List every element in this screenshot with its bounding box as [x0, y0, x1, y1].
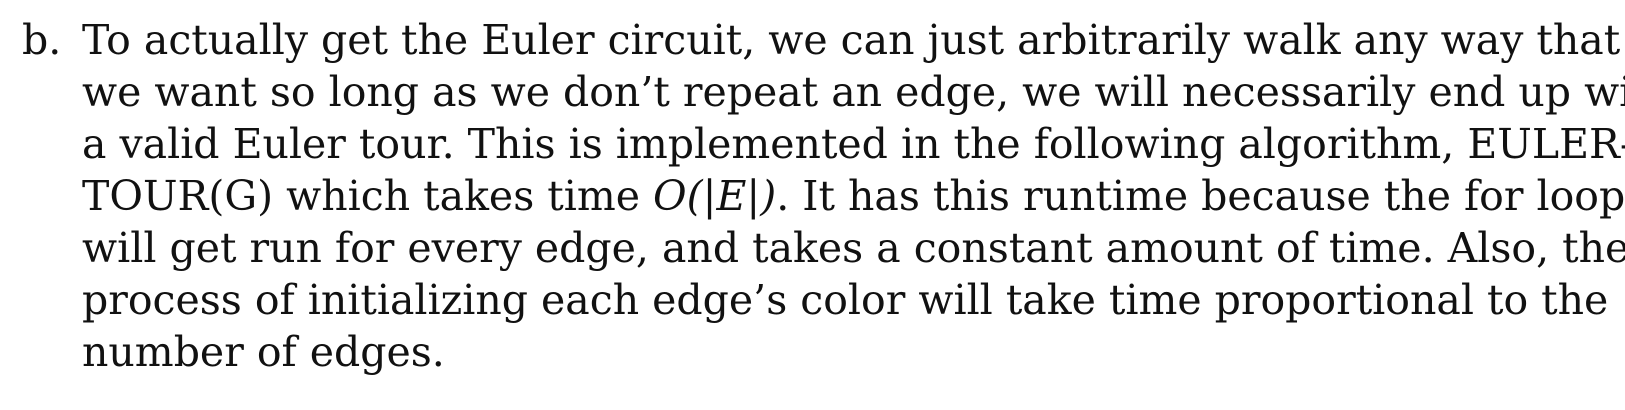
paragraph-line-5: will get run for every edge, and takes a…: [82, 224, 1625, 272]
paragraph-line-4: TOUR(G) which takes time O(|E|). It has …: [82, 170, 1625, 222]
line-4-text-before: TOUR(G) which takes time: [82, 172, 654, 220]
big-o-expression: O(|E|): [653, 172, 777, 220]
paragraph-line-6: process of initializing each edge’s colo…: [82, 276, 1609, 324]
paragraph-line-2: we want so long as we don’t repeat an ed…: [82, 68, 1625, 116]
paragraph-line-1: To actually get the Euler circuit, we ca…: [82, 16, 1621, 64]
line-4-text-after: . It has this runtime because the for lo…: [776, 172, 1625, 220]
item-label: b.: [22, 16, 62, 64]
list-item-b: b. To actually get the Euler circuit, we…: [0, 0, 1625, 410]
paragraph-line-3: a valid Euler tour. This is implemented …: [82, 120, 1625, 168]
paragraph-line-7: number of edges.: [82, 328, 445, 376]
